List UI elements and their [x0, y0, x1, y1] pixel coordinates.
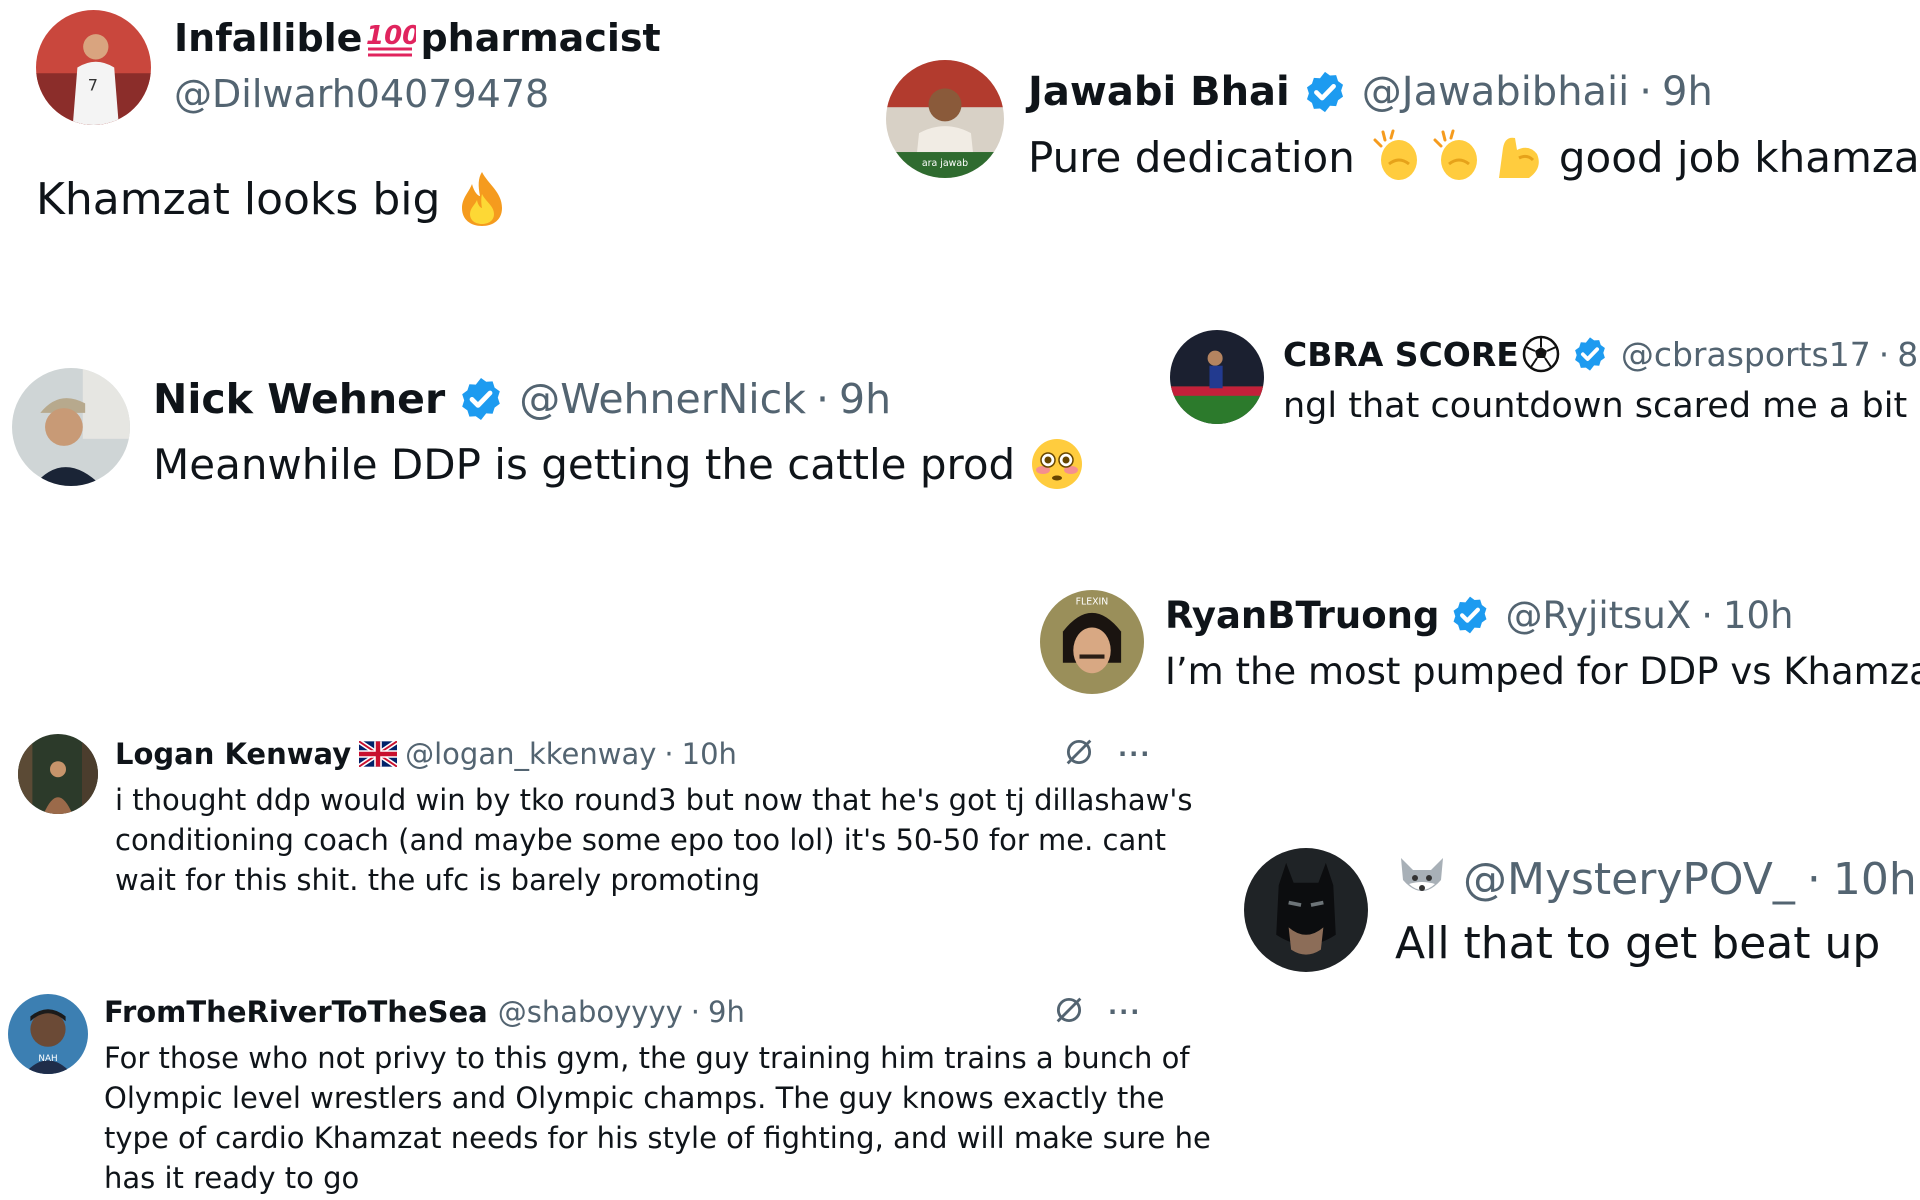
separator: ·	[664, 737, 674, 771]
display-name[interactable]: FromTheRiverToTheSea	[104, 995, 488, 1029]
tweet-text: Meanwhile DDP is getting the cattle prod	[153, 439, 1016, 489]
display-name[interactable]: Jawabi Bhai	[1028, 69, 1290, 115]
timestamp[interactable]: 10h	[1723, 594, 1794, 637]
avatar[interactable]: 7	[36, 10, 151, 125]
separator: ·	[1639, 69, 1653, 115]
separator: ·	[690, 995, 700, 1029]
tweet-text-line: Olympic level wrestlers and Olympic cham…	[104, 1081, 1165, 1115]
timestamp[interactable]: 8h	[1897, 335, 1920, 374]
handle[interactable]: @Jawabibhaii	[1362, 69, 1630, 115]
more-icon[interactable]: ···	[1108, 998, 1141, 1026]
tweet-text: Pure dedication	[1028, 132, 1355, 182]
verified-badge-icon	[1449, 594, 1491, 636]
verified-badge-icon	[457, 375, 505, 423]
svg-text:7: 7	[88, 76, 98, 95]
tweet-text: ngl that countdown scared me a bit	[1283, 386, 1908, 426]
tweet-text-line: has it ready to go	[104, 1161, 360, 1195]
timestamp[interactable]: 9h	[708, 995, 745, 1029]
avatar[interactable]: NAH	[8, 994, 88, 1074]
display-name[interactable]: Infallible	[174, 16, 362, 60]
avatar-caption: ara jawab	[922, 158, 968, 169]
tweet-text-line: conditioning coach (and maybe some epo t…	[115, 823, 1167, 857]
display-name-suffix[interactable]: pharmacist	[420, 16, 660, 60]
verified-badge-icon	[1302, 69, 1348, 115]
handle[interactable]: @WehnerNick	[519, 375, 806, 423]
clapping-hands-emoji	[1369, 128, 1427, 186]
separator: ·	[1878, 334, 1890, 374]
display-name[interactable]: Logan Kenway	[115, 737, 351, 771]
soccer-ball-emoji	[1521, 334, 1561, 374]
separator: ·	[1701, 593, 1713, 637]
handle[interactable]: @RyjitsuX	[1505, 594, 1691, 637]
more-icon[interactable]: ···	[1118, 740, 1151, 768]
handle[interactable]: @cbrasports17	[1621, 335, 1871, 374]
flexed-biceps-emoji	[1489, 128, 1547, 186]
avatar[interactable]	[1244, 848, 1368, 972]
timestamp[interactable]: 10h	[1833, 854, 1917, 905]
avatar[interactable]: FLEXIN	[1040, 590, 1144, 694]
svg-text:100: 100	[366, 21, 416, 51]
tweet-text-line: i thought ddp would win by tko round3 bu…	[115, 783, 1193, 817]
grok-icon[interactable]	[1062, 735, 1096, 773]
tweet-text-line: For those who not privy to this gym, the…	[104, 1041, 1190, 1075]
fire-emoji	[454, 170, 510, 228]
avatar[interactable]	[1170, 330, 1264, 424]
avatar-caption: NAH	[38, 1054, 57, 1064]
hundred-points-emoji: 100	[366, 18, 416, 58]
display-name[interactable]: CBRA SCORE	[1283, 335, 1519, 374]
verified-badge-icon	[1571, 335, 1609, 373]
tweet-text-line: type of cardio Khamzat needs for his sty…	[104, 1121, 1211, 1155]
tweet-text: I’m the most pumped for DDP vs Khamzat.	[1165, 650, 1920, 693]
display-name[interactable]: RyanBTruong	[1165, 594, 1439, 637]
separator: ·	[1806, 853, 1821, 905]
tweet-text-end: good job khamzar	[1558, 132, 1920, 182]
tweet-text: All that to get beat up	[1395, 918, 1881, 969]
flushed-face-emoji	[1029, 436, 1085, 492]
clapping-hands-emoji	[1429, 128, 1487, 186]
handle[interactable]: @MysteryPOV_	[1463, 854, 1795, 905]
display-name[interactable]: Nick Wehner	[153, 375, 445, 423]
handle[interactable]: @shaboyyyy	[498, 995, 683, 1029]
tweet-text: Khamzat looks big	[36, 173, 441, 225]
timestamp[interactable]: 10h	[682, 737, 737, 771]
handle[interactable]: @Dilwarh04079478	[174, 72, 549, 116]
avatar[interactable]	[18, 734, 98, 814]
timestamp[interactable]: 9h	[1662, 69, 1713, 115]
separator: ·	[815, 375, 829, 423]
avatar[interactable]: ara jawab	[886, 60, 1004, 178]
uk-flag-emoji	[359, 741, 398, 767]
timestamp[interactable]: 9h	[839, 375, 891, 423]
tweet-text-line: wait for this shit. the ufc is barely pr…	[115, 863, 761, 897]
fox-face-emoji	[1395, 854, 1449, 904]
avatar[interactable]	[12, 368, 130, 486]
avatar-caption: FLEXIN	[1076, 597, 1109, 608]
grok-icon[interactable]	[1052, 993, 1086, 1031]
handle[interactable]: @logan_kkenway	[405, 737, 656, 771]
